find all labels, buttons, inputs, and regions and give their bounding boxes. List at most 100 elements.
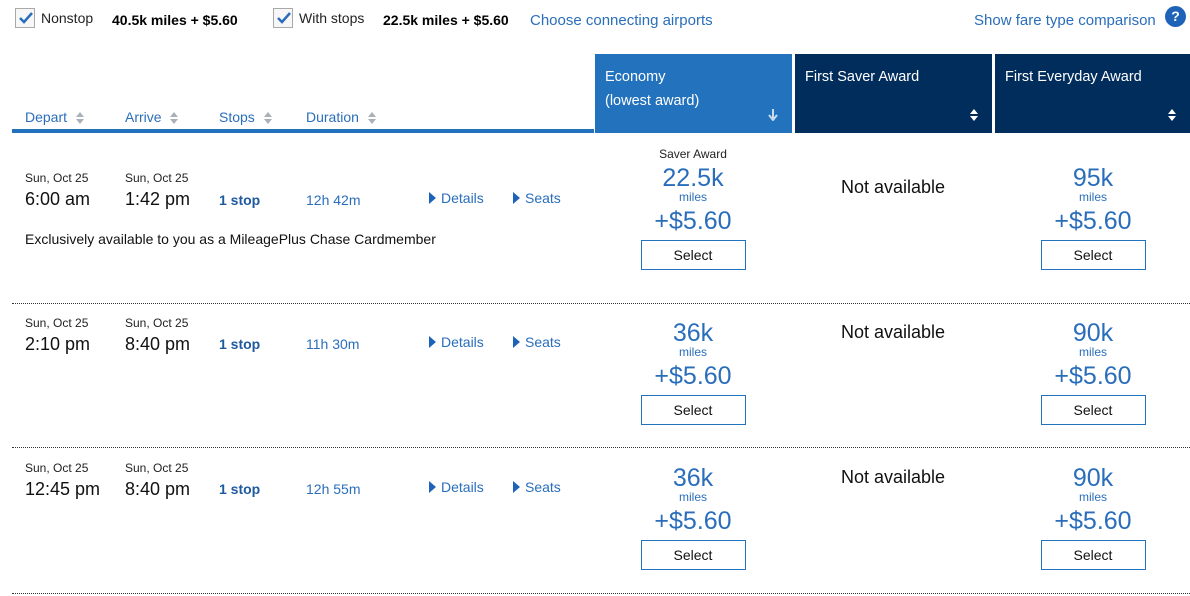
first-saver-not-available: Not available: [840, 467, 946, 487]
details-label: Details: [441, 334, 484, 350]
fare-miles-unit: miles: [1078, 490, 1107, 504]
fare-tax: +$5.60: [1054, 362, 1132, 390]
fare-miles-unit: miles: [678, 345, 707, 359]
sort-header-arrive[interactable]: Arrive: [125, 109, 179, 125]
seats-label: Seats: [525, 190, 561, 206]
stops-link[interactable]: 1 stop: [219, 192, 260, 208]
with-stops-checkbox[interactable]: [273, 8, 293, 28]
depart-date: Sun, Oct 25: [25, 461, 89, 475]
column-header-title: Economy: [605, 69, 666, 85]
depart-time: 2:10 pm: [25, 334, 91, 354]
seats-link[interactable]: Seats: [513, 334, 561, 350]
fare-column-header-first-everyday[interactable]: First Everyday Award: [995, 54, 1190, 133]
show-fare-type-comparison-link[interactable]: Show fare type comparison: [974, 12, 1156, 29]
checkmark-icon: [277, 12, 291, 24]
fare-tax: +$5.60: [654, 362, 732, 390]
select-economy-button[interactable]: Select: [640, 240, 746, 270]
sort-header-duration[interactable]: Duration: [306, 109, 376, 125]
flight-row: Sun, Oct 25 6:00 am Sun, Oct 25 1:42 pm …: [12, 134, 1190, 304]
sort-header-label: Arrive: [125, 109, 162, 125]
flight-row: Sun, Oct 25 12:45 pm Sun, Oct 25 8:40 pm…: [12, 448, 1190, 594]
select-economy-button[interactable]: Select: [640, 395, 746, 425]
fare-tax: +$5.60: [1054, 507, 1132, 535]
select-first-everyday-button[interactable]: Select: [1040, 240, 1146, 270]
depart-date: Sun, Oct 25: [25, 171, 89, 185]
with-stops-label[interactable]: With stops: [299, 10, 364, 26]
depart-time: 6:00 am: [25, 189, 91, 209]
caret-right-icon: [429, 336, 436, 348]
fare-column-header-first-saver[interactable]: First Saver Award: [795, 54, 992, 133]
first-saver-not-available: Not available: [840, 322, 946, 342]
stops-link[interactable]: 1 stop: [219, 481, 260, 497]
select-first-everyday-button[interactable]: Select: [1040, 540, 1146, 570]
fare-miles: 90k: [1072, 464, 1114, 492]
sort-header-label: Duration: [306, 109, 359, 125]
column-header-title: First Saver Award: [805, 69, 920, 85]
sort-icon: [75, 112, 84, 125]
duration: 11h 30m: [306, 336, 360, 352]
fare-miles: 36k: [672, 464, 714, 492]
sort-header-label: Stops: [219, 109, 255, 125]
first-everyday-fare-cell: 90k miles +$5.60 Select: [993, 465, 1190, 570]
first-saver-not-available: Not available: [840, 177, 946, 197]
flight-row: Sun, Oct 25 2:10 pm Sun, Oct 25 8:40 pm …: [12, 304, 1190, 448]
details-label: Details: [441, 479, 484, 495]
fare-miles: 22.5k: [662, 164, 724, 192]
arrive-time: 1:42 pm: [125, 189, 191, 209]
help-icon[interactable]: ?: [1165, 6, 1186, 27]
sort-header-label: Depart: [25, 109, 68, 125]
fare-miles-unit: miles: [1078, 345, 1107, 359]
depart-time: 12:45 pm: [25, 479, 101, 499]
seats-link[interactable]: Seats: [513, 190, 561, 206]
economy-fare-cell: 36k miles +$5.60 Select: [593, 465, 793, 570]
select-first-everyday-button[interactable]: Select: [1040, 395, 1146, 425]
sort-descending-icon: [768, 109, 778, 121]
cardmember-promo-text: Exclusively available to you as a Mileag…: [25, 231, 436, 247]
sort-icon: [1168, 109, 1176, 121]
economy-fare-cell: 36k miles +$5.60 Select: [593, 320, 793, 425]
fare-tax: +$5.60: [654, 507, 732, 535]
sort-icon: [367, 112, 376, 125]
seats-label: Seats: [525, 334, 561, 350]
fare-tax: +$5.60: [654, 207, 732, 235]
depart-date: Sun, Oct 25: [25, 316, 89, 330]
with-stops-price: 22.5k miles + $5.60: [383, 12, 509, 28]
caret-right-icon: [513, 192, 520, 204]
caret-right-icon: [429, 481, 436, 493]
sort-icon: [170, 112, 179, 125]
fare-miles-unit: miles: [1078, 190, 1107, 204]
details-label: Details: [441, 190, 484, 206]
sort-header-stops[interactable]: Stops: [219, 109, 272, 125]
duration: 12h 55m: [306, 481, 361, 497]
fare-miles-unit: miles: [678, 490, 707, 504]
first-everyday-fare-cell: 90k miles +$5.60 Select: [993, 320, 1190, 425]
details-link[interactable]: Details: [429, 334, 484, 350]
checkmark-icon: [19, 12, 33, 24]
caret-right-icon: [513, 336, 520, 348]
fare-miles: 90k: [1072, 319, 1114, 347]
details-link[interactable]: Details: [429, 190, 484, 206]
seats-link[interactable]: Seats: [513, 479, 561, 495]
arrive-date: Sun, Oct 25: [125, 461, 189, 475]
seats-label: Seats: [525, 479, 561, 495]
fare-miles-unit: miles: [678, 190, 707, 204]
first-everyday-fare-cell: 95k miles +$5.60 Select: [993, 165, 1190, 270]
sort-header-depart[interactable]: Depart: [25, 109, 84, 125]
details-link[interactable]: Details: [429, 479, 484, 495]
nonstop-price: 40.5k miles + $5.60: [112, 12, 238, 28]
column-header-title: First Everyday Award: [1005, 69, 1142, 85]
fare-miles: 36k: [672, 319, 714, 347]
arrive-date: Sun, Oct 25: [125, 171, 189, 185]
nonstop-checkbox[interactable]: [15, 8, 35, 28]
nonstop-label[interactable]: Nonstop: [41, 10, 93, 26]
select-economy-button[interactable]: Select: [640, 540, 746, 570]
stops-link[interactable]: 1 stop: [219, 336, 260, 352]
choose-connecting-airports-link[interactable]: Choose connecting airports: [530, 12, 713, 29]
sort-icon: [263, 112, 272, 125]
economy-fare-cell: Saver Award 22.5k miles +$5.60 Select: [593, 147, 793, 270]
fare-tax: +$5.60: [1054, 207, 1132, 235]
duration: 12h 42m: [306, 192, 361, 208]
sort-header-bar: [12, 54, 594, 133]
fare-column-header-economy[interactable]: Economy (lowest award): [595, 54, 792, 133]
sort-icon: [970, 109, 978, 121]
